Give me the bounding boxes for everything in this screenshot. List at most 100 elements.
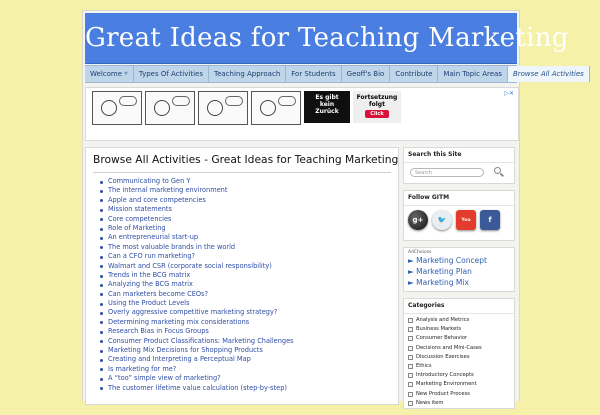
- ad-strip[interactable]: Es gibt kein Zurück Fortsetzung folgt Cl…: [92, 91, 405, 125]
- activity-link[interactable]: Walmart and CSR (corporate social respon…: [100, 262, 294, 271]
- category-label: Analysis and Metrics: [416, 317, 470, 323]
- category-item[interactable]: New Product Process: [404, 390, 514, 399]
- folder-icon: [408, 382, 413, 388]
- activity-link[interactable]: Trends in the BCG matrix: [100, 271, 294, 280]
- activity-link[interactable]: Analyzing the BCG matrix: [100, 280, 294, 289]
- activity-link[interactable]: The internal marketing environment: [100, 186, 294, 195]
- adchoices-close-icon[interactable]: ▷✕: [504, 90, 514, 97]
- folder-icon: [408, 327, 413, 333]
- activity-link[interactable]: Determining marketing mix considerations: [100, 318, 294, 327]
- site-title[interactable]: Great Ideas for Teaching Marketing: [85, 23, 568, 53]
- ad-links-widget: AdChoices ► Marketing Concept ► Marketin…: [403, 247, 515, 292]
- chevron-down-icon: ▼: [124, 71, 128, 77]
- widget-title: Search this Site: [404, 148, 514, 163]
- activity-link[interactable]: Research Bias in Focus Groups: [100, 327, 294, 336]
- category-label: Business Markets: [416, 326, 462, 333]
- category-item[interactable]: News item: [404, 399, 514, 408]
- nav-item-label: For Students: [291, 70, 336, 78]
- ad-link-marketing-concept[interactable]: ► Marketing Concept: [404, 255, 514, 266]
- search-row: Search: [404, 163, 514, 183]
- ad-link-marketing-mix[interactable]: ► Marketing Mix: [404, 277, 514, 288]
- category-label: News item: [416, 399, 444, 406]
- nav-item-contribute[interactable]: Contribute: [390, 66, 439, 82]
- nav-item-label: Main Topic Areas: [443, 70, 502, 78]
- category-item[interactable]: Ethics: [404, 362, 514, 371]
- activity-link[interactable]: The customer lifetime value calculation …: [100, 384, 294, 393]
- nav-item-label: Welcome: [90, 70, 123, 78]
- activity-link[interactable]: Using the Product Levels: [100, 299, 294, 308]
- activity-link[interactable]: Consumer Product Classifications: Market…: [100, 337, 294, 346]
- category-item[interactable]: Discussion Exercises: [404, 353, 514, 362]
- activity-link[interactable]: Marketing Mix Decisions for Shopping Pro…: [100, 346, 294, 355]
- folder-icon: [408, 373, 413, 379]
- facebook-icon[interactable]: f: [480, 210, 500, 230]
- site-banner[interactable]: Great Ideas for Teaching Marketing: [85, 13, 568, 64]
- nav-item-browse-all-activities[interactable]: Browse All Activities: [507, 66, 590, 82]
- follow-widget: Follow GITM g+ 🐦 You f: [403, 190, 515, 241]
- category-item[interactable]: Business Markets: [404, 325, 514, 334]
- category-label: Marketing Environment: [416, 381, 477, 388]
- ad-link-marketing-plan[interactable]: ► Marketing Plan: [404, 266, 514, 277]
- folder-icon: [408, 318, 413, 324]
- comic-panel: [251, 91, 301, 125]
- category-item[interactable]: Decisions and Mini-Cases: [404, 344, 514, 353]
- category-item[interactable]: Analysis and Metrics: [404, 316, 514, 325]
- activity-link[interactable]: Mission statements: [100, 205, 294, 214]
- ad-tagline: Es gibt kein Zurück: [304, 91, 350, 123]
- activity-link[interactable]: Can a CFO run marketing?: [100, 252, 294, 261]
- twitter-icon[interactable]: 🐦: [432, 210, 452, 230]
- nav-item-for-students[interactable]: For Students: [286, 66, 342, 82]
- activity-link[interactable]: A “too” simple view of marketing?: [100, 374, 294, 383]
- nav-item-label: Geoff's Bio: [346, 70, 385, 78]
- category-item[interactable]: Introductory Concepts: [404, 371, 514, 380]
- activity-link[interactable]: Role of Marketing: [100, 224, 294, 233]
- comic-panel: [198, 91, 248, 125]
- category-label: Decisions and Mini-Cases: [416, 344, 482, 351]
- nav-item-label: Types Of Activities: [138, 70, 203, 78]
- social-links: g+ 🐦 You f: [404, 206, 514, 240]
- search-icon[interactable]: [494, 167, 501, 174]
- activity-link[interactable]: Can marketers become CEOs?: [100, 290, 294, 299]
- ad-tagline-line: Zurück: [315, 108, 339, 115]
- categories-widget: Categories Analysis and Metrics Business …: [403, 298, 515, 409]
- nav-item-main-topic-areas[interactable]: Main Topic Areas: [438, 66, 508, 82]
- activity-link[interactable]: Communicating to Gen Y: [100, 177, 294, 186]
- nav-item-welcome[interactable]: Welcome ▼: [85, 66, 134, 82]
- ad-click-button[interactable]: Click: [365, 110, 389, 118]
- category-item[interactable]: Marketing Environment: [404, 380, 514, 389]
- ad-banner[interactable]: Es gibt kein Zurück Fortsetzung folgt Cl…: [85, 87, 519, 141]
- ad-promo-line: Fortsetzung: [356, 94, 398, 101]
- adchoices-label[interactable]: AdChoices: [404, 248, 514, 255]
- ad-promo[interactable]: Fortsetzung folgt Click: [353, 91, 401, 123]
- folder-icon: [408, 354, 413, 360]
- sidebar: Search this Site Search Follow GITM g+ 🐦…: [403, 147, 515, 415]
- activity-link[interactable]: Core competencies: [100, 215, 294, 224]
- activity-link[interactable]: Is marketing for me?: [100, 365, 294, 374]
- google-plus-icon[interactable]: g+: [408, 210, 428, 230]
- category-label: New Product Process: [416, 390, 470, 397]
- widget-title: Categories: [404, 299, 514, 314]
- category-label: Ethics: [416, 362, 432, 369]
- activity-link[interactable]: The most valuable brands in the world: [100, 243, 294, 252]
- nav-item-types-of-activities[interactable]: Types Of Activities: [134, 66, 209, 82]
- folder-icon: [408, 345, 413, 351]
- page-container: Great Ideas for Teaching Marketing Welco…: [82, 10, 590, 409]
- nav-item-teaching-approach[interactable]: Teaching Approach: [209, 66, 287, 82]
- category-list: Analysis and Metrics Business Markets Cons…: [404, 314, 514, 408]
- category-label: Discussion Exercises: [416, 353, 470, 360]
- activity-link[interactable]: Apple and core competencies: [100, 196, 294, 205]
- activity-link[interactable]: An entrepreneurial start-up: [100, 233, 294, 242]
- category-item[interactable]: Consumer Behavior: [404, 334, 514, 343]
- title-divider: [93, 172, 391, 173]
- search-widget: Search this Site Search: [403, 147, 515, 184]
- main-nav: Welcome ▼ Types Of Activities Teaching A…: [85, 65, 590, 83]
- activity-link[interactable]: Creating and Interpreting a Perceptual M…: [100, 355, 294, 364]
- page-title: Browse All Activities - Great Ideas for …: [93, 153, 399, 166]
- activity-link[interactable]: Overly aggressive competitive marketing …: [100, 308, 294, 317]
- nav-item-geoffs-bio[interactable]: Geoff's Bio: [342, 66, 391, 82]
- folder-icon: [408, 400, 413, 406]
- search-input[interactable]: Search: [410, 168, 484, 177]
- youtube-icon[interactable]: You: [456, 210, 476, 230]
- nav-item-label: Browse All Activities: [512, 70, 584, 78]
- category-label: Consumer Behavior: [416, 335, 468, 342]
